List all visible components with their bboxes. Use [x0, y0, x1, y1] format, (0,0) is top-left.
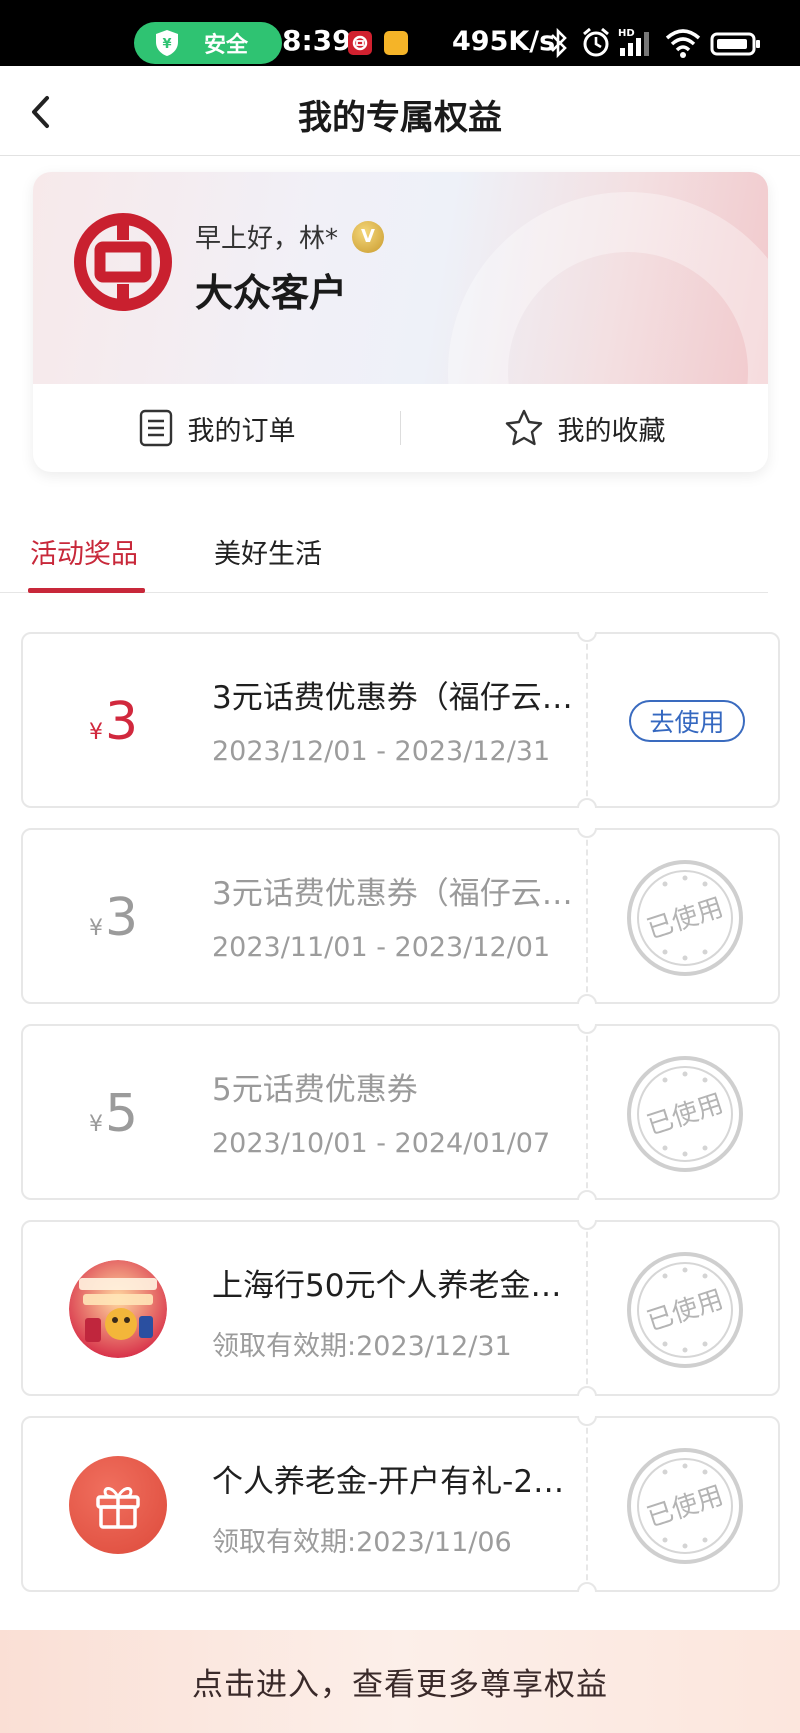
coupon-notch: [577, 1024, 597, 1034]
page-title: 我的专属权益: [298, 98, 502, 138]
coupon-title: 个人养老金-开户有礼-2…: [212, 1464, 565, 1500]
security-pill[interactable]: ¥ 安全: [134, 22, 282, 64]
used-stamp-icon: 已使用: [627, 1056, 743, 1172]
alarm-icon: [583, 27, 609, 57]
banner-text: 点击进入，查看更多尊享权益: [192, 1667, 608, 1703]
notes-app-icon: [384, 31, 408, 55]
shield-icon: ¥: [156, 30, 178, 56]
vip-badge-icon: V: [352, 220, 385, 253]
coupon-card[interactable]: ¥ 5 5元话费优惠券 2023/10/01 - 2024/01/07 已使用: [21, 1024, 780, 1200]
coupon-notch: [577, 1582, 597, 1592]
coupon-card[interactable]: 个人养老金-开户有礼-2… 领取有效期:2023/11/06 已使用: [21, 1416, 780, 1592]
coupon-title: 上海行50元个人养老金…: [212, 1268, 562, 1304]
bank-of-china-logo: [74, 213, 172, 311]
nav-bar: 我的专属权益: [0, 66, 800, 156]
coupon-notch: [577, 632, 597, 642]
member-card-header: 早上好，林* V 大众客户: [33, 172, 768, 472]
coupon-divider: [586, 830, 588, 1002]
coupon-amount: ¥ 3: [89, 888, 138, 948]
promo-thumbnail: [69, 1260, 167, 1358]
coupon-notch: [577, 828, 597, 838]
currency-symbol: ¥: [89, 720, 103, 745]
svg-text:HD: HD: [618, 28, 635, 39]
coupon-notch: [577, 1190, 597, 1200]
star-icon: [505, 409, 542, 446]
use-coupon-button[interactable]: 去使用: [629, 700, 745, 742]
amount-value: 3: [105, 888, 139, 948]
coupon-notch: [577, 994, 597, 1004]
currency-symbol: ¥: [89, 1112, 103, 1137]
my-orders-label: 我的订单: [187, 415, 296, 447]
coupon-period: 2023/11/01 - 2023/12/01: [212, 932, 551, 963]
coupon-title: 3元话费优惠券（福仔云…: [212, 680, 573, 716]
active-tab-indicator: [28, 588, 145, 593]
coupon-period: 领取有效期:2023/11/06: [212, 1527, 512, 1558]
wifi-icon: [665, 29, 701, 58]
stamp-text: 已使用: [644, 1285, 727, 1338]
used-stamp-icon: 已使用: [627, 860, 743, 976]
order-list-icon: [139, 409, 172, 447]
coupon-divider: [586, 1026, 588, 1198]
coupon-card[interactable]: 上海行50元个人养老金… 领取有效期:2023/12/31 已使用: [21, 1220, 780, 1396]
coupon-notch: [577, 1416, 597, 1426]
coupon-period: 领取有效期:2023/12/31: [212, 1331, 512, 1362]
greeting-text: 早上好，林*: [195, 224, 339, 254]
stamp-text: 已使用: [644, 893, 727, 946]
my-favorites-label: 我的收藏: [557, 415, 666, 447]
coupon-card[interactable]: ¥ 3 3元话费优惠券（福仔云… 2023/11/01 - 2023/12/01…: [21, 828, 780, 1004]
tab-bar: 活动奖品 美好生活: [0, 520, 768, 593]
svg-text:¥: ¥: [162, 37, 171, 52]
coupon-divider: [586, 634, 588, 806]
customer-level: 大众客户: [195, 270, 348, 315]
used-stamp-icon: 已使用: [627, 1448, 743, 1564]
clock: 8:39: [282, 24, 352, 57]
gift-icon: [69, 1456, 167, 1554]
signal-icon: HD: [618, 28, 649, 56]
card-links: 我的订单 我的收藏: [33, 384, 768, 472]
coupon-notch: [577, 1220, 597, 1230]
boc-app-icon: [348, 31, 372, 55]
coupon-amount: ¥ 3: [89, 692, 138, 752]
currency-symbol: ¥: [89, 916, 103, 941]
security-label: 安全: [204, 33, 249, 58]
coupon-period: 2023/10/01 - 2024/01/07: [212, 1128, 551, 1159]
tab-good-life[interactable]: 美好生活: [214, 532, 322, 571]
stamp-text: 已使用: [644, 1481, 727, 1534]
bluetooth-icon: [551, 27, 567, 59]
amount-value: 3: [105, 692, 139, 752]
coupon-notch: [577, 798, 597, 808]
my-favorites-link[interactable]: 我的收藏: [401, 409, 768, 448]
coupon-amount: ¥ 5: [89, 1084, 138, 1144]
amount-value: 5: [105, 1084, 139, 1144]
network-speed: 495K/s: [452, 26, 556, 57]
more-benefits-banner[interactable]: 点击进入，查看更多尊享权益: [0, 1630, 800, 1733]
coupon-period: 2023/12/01 - 2023/12/31: [212, 736, 551, 767]
gift-box-glyph: [96, 1487, 140, 1529]
used-stamp-icon: 已使用: [627, 1252, 743, 1368]
my-orders-link[interactable]: 我的订单: [33, 409, 400, 448]
greeting: 早上好，林* V: [195, 218, 385, 255]
tab-activity-prizes[interactable]: 活动奖品: [30, 532, 138, 571]
status-bar: ¥ 安全 8:39 495K/s HD: [0, 0, 800, 66]
member-card: 早上好，林* V 大众客户 我的订单 我的收藏: [33, 172, 768, 472]
coupon-divider: [586, 1222, 588, 1394]
battery-icon: [710, 32, 760, 56]
coupon-notch: [577, 1386, 597, 1396]
stamp-text: 已使用: [644, 1089, 727, 1142]
coupon-title: 3元话费优惠券（福仔云…: [212, 876, 573, 912]
coupon-card[interactable]: ¥ 3 3元话费优惠券（福仔云… 2023/12/01 - 2023/12/31…: [21, 632, 780, 808]
coupon-title: 5元话费优惠券: [212, 1072, 418, 1108]
coupon-divider: [586, 1418, 588, 1590]
